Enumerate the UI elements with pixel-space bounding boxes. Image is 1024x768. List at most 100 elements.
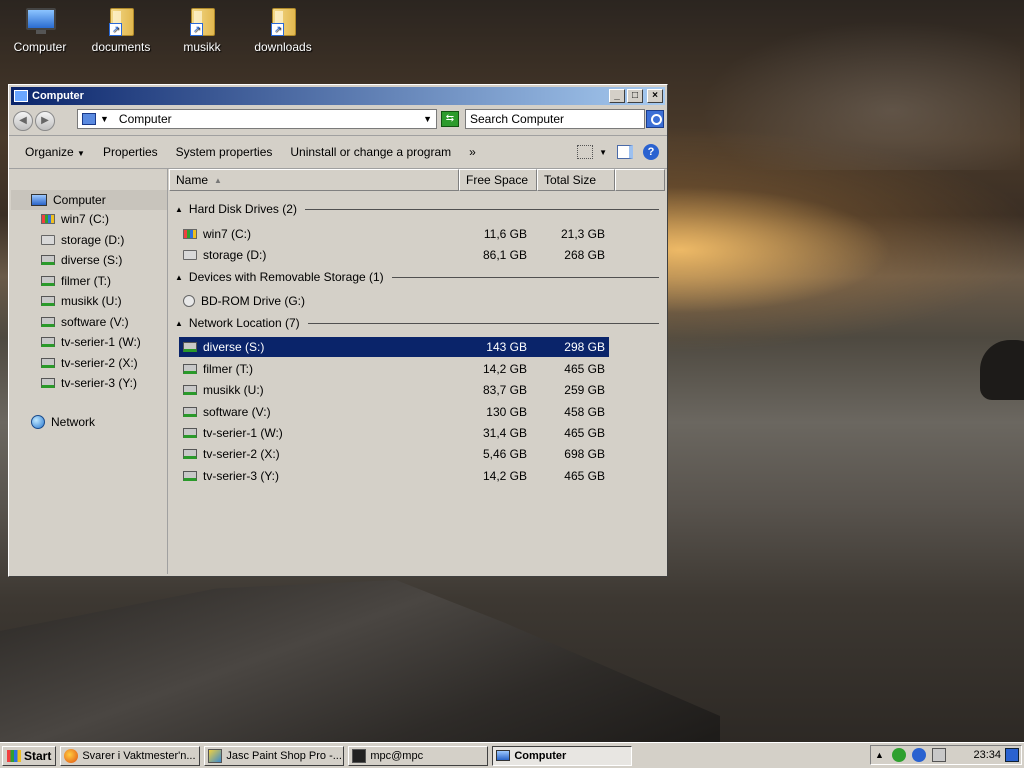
preview-pane-icon[interactable]	[617, 145, 633, 159]
item-name: tv-serier-3 (Y:)	[203, 469, 280, 483]
wallpaper-cloud	[700, 20, 1020, 170]
group-title: Network Location (7)	[188, 316, 300, 330]
taskbar-button-computer[interactable]: Computer	[492, 745, 633, 766]
views-icon[interactable]	[577, 145, 594, 159]
address-dropdown-icon[interactable]: ▼	[423, 114, 432, 124]
address-bar[interactable]: ▼ Computer ▼	[77, 109, 437, 129]
item-total-size: 465 GB	[564, 362, 605, 376]
nav-item-label: tv-serier-1 (W:)	[61, 335, 141, 349]
list-item[interactable]: win7 (C:) 11,6 GB 21,3 GB	[179, 224, 609, 244]
list-item[interactable]: software (V:) 130 GB 458 GB	[179, 402, 609, 422]
list-item[interactable]: tv-serier-1 (W:) 31,4 GB 465 GB	[179, 423, 609, 443]
nav-item-drive[interactable]: filmer (T:)	[41, 274, 111, 288]
column-label: Name	[176, 173, 209, 187]
explorer-window: Computer _ □ × ◀ ▶ ▼ Computer ▼ ⇆ Search…	[8, 84, 668, 577]
utorrent-icon[interactable]	[891, 748, 906, 762]
start-button[interactable]: Start	[2, 745, 57, 766]
item-name: filmer (T:)	[203, 362, 253, 376]
nav-item-drive[interactable]: storage (D:)	[41, 233, 124, 247]
column-header-name[interactable]: Name ▲	[169, 169, 459, 191]
list-item-selected[interactable]: diverse (S:) 143 GB 298 GB	[179, 337, 609, 357]
show-desktop-icon[interactable]	[1005, 748, 1019, 762]
group-title: Hard Disk Drives (2)	[188, 202, 297, 216]
nav-item-drive[interactable]: tv-serier-3 (Y:)	[41, 376, 137, 390]
close-button[interactable]: ×	[647, 89, 663, 103]
item-name: BD-ROM Drive (G:)	[201, 294, 305, 308]
desktop-icon-documents[interactable]: ↗ documents	[81, 6, 161, 54]
sort-ascending-icon: ▲	[214, 175, 222, 185]
content-pane: Name ▲ Free Space Total Size ▲ Hard Disk …	[169, 169, 665, 574]
nav-item-drive[interactable]: tv-serier-2 (X:)	[41, 356, 138, 370]
search-input[interactable]: Search Computer	[465, 109, 645, 129]
clock[interactable]: 23:34	[973, 749, 1001, 761]
list-item[interactable]: tv-serier-3 (Y:) 14,2 GB 465 GB	[179, 466, 609, 486]
network-status-icon[interactable]	[931, 748, 946, 762]
list-item[interactable]: tv-serier-2 (X:) 5,46 GB 698 GB	[179, 444, 609, 464]
organize-label: Organize	[25, 145, 74, 159]
system-properties-button[interactable]: System properties	[176, 145, 273, 159]
nav-item-label: Network	[51, 415, 96, 429]
back-button[interactable]: ◀	[13, 111, 33, 131]
item-total-size: 465 GB	[564, 426, 605, 440]
chevron-down-icon[interactable]: ▼	[100, 114, 109, 124]
nav-item-network[interactable]: Network	[31, 415, 95, 429]
more-button[interactable]: »	[469, 145, 476, 159]
refresh-button[interactable]: ⇆	[441, 111, 459, 127]
computer-icon	[26, 8, 56, 34]
desktop-icon-musikk[interactable]: ↗ musikk	[162, 6, 242, 54]
collapse-icon[interactable]: ▲	[175, 205, 183, 214]
nav-item-drive[interactable]: tv-serier-1 (W:)	[41, 335, 141, 349]
network-drive-icon	[41, 317, 55, 327]
hard-drive-icon	[41, 235, 55, 245]
column-header-free-space[interactable]: Free Space	[459, 169, 537, 191]
item-name: musikk (U:)	[203, 383, 264, 397]
group-header[interactable]: ▲ Devices with Removable Storage (1)	[175, 270, 659, 284]
item-free-space: 130 GB	[486, 405, 527, 419]
nav-item-drive[interactable]: win7 (C:)	[41, 212, 109, 226]
minimize-button[interactable]: _	[609, 89, 625, 103]
collapse-icon[interactable]: ▲	[175, 273, 183, 282]
nav-item-drive[interactable]: diverse (S:)	[41, 253, 122, 267]
taskbar-button-paintshop[interactable]: Jasc Paint Shop Pro -...	[204, 745, 345, 766]
group-header[interactable]: ▲ Network Location (7)	[175, 316, 659, 330]
network-drive-icon	[183, 428, 197, 438]
tray-expand-icon[interactable]: ▲	[875, 750, 884, 760]
column-header-row: Name ▲ Free Space Total Size	[169, 169, 665, 193]
desktop-icon-computer[interactable]: Computer	[0, 6, 80, 54]
address-text: Computer	[118, 112, 172, 126]
list-item[interactable]: BD-ROM Drive (G:)	[179, 291, 609, 311]
maximize-button[interactable]: □	[627, 89, 643, 103]
nav-item-label: diverse (S:)	[61, 253, 123, 267]
taskbar-button-terminal[interactable]: mpc@mpc	[348, 745, 489, 766]
network-drive-icon	[41, 337, 55, 347]
item-name: diverse (S:)	[203, 340, 265, 354]
list-item[interactable]: musikk (U:) 83,7 GB 259 GB	[179, 380, 609, 400]
nav-item-drive[interactable]: musikk (U:)	[41, 294, 122, 308]
nav-item-label: software (V:)	[61, 315, 129, 329]
item-name: win7 (C:)	[203, 227, 252, 241]
properties-button[interactable]: Properties	[103, 145, 158, 159]
collapse-icon[interactable]: ▲	[175, 319, 183, 328]
computer-icon	[496, 750, 511, 761]
views-dropdown-icon[interactable]: ▼	[599, 148, 607, 157]
item-name: tv-serier-2 (X:)	[203, 447, 280, 461]
group-title: Devices with Removable Storage (1)	[188, 270, 384, 284]
desktop-icon-downloads[interactable]: ↗ downloads	[243, 6, 323, 54]
taskbar-button-firefox[interactable]: Svarer i Vaktmester'n...	[60, 745, 201, 766]
window-body: Computer win7 (C:) storage (D:) diverse …	[11, 169, 665, 574]
window-titlebar[interactable]: Computer _ □ ×	[11, 87, 665, 105]
network-drive-icon	[41, 255, 55, 265]
help-icon[interactable]: ?	[643, 144, 659, 160]
nav-item-drive[interactable]: software (V:)	[41, 315, 129, 329]
nav-item-computer[interactable]: Computer	[11, 190, 167, 210]
column-header-total-size[interactable]: Total Size	[537, 169, 615, 191]
power-icon[interactable]	[911, 748, 926, 762]
list-item[interactable]: storage (D:) 86,1 GB 268 GB	[179, 245, 609, 265]
list-item[interactable]: filmer (T:) 14,2 GB 465 GB	[179, 359, 609, 379]
organize-button[interactable]: Organize ▼	[25, 145, 85, 159]
search-icon[interactable]	[646, 110, 664, 128]
uninstall-button[interactable]: Uninstall or change a program	[290, 145, 451, 159]
group-header[interactable]: ▲ Hard Disk Drives (2)	[175, 202, 659, 216]
window-computer-icon	[14, 90, 28, 102]
forward-button[interactable]: ▶	[35, 111, 55, 131]
